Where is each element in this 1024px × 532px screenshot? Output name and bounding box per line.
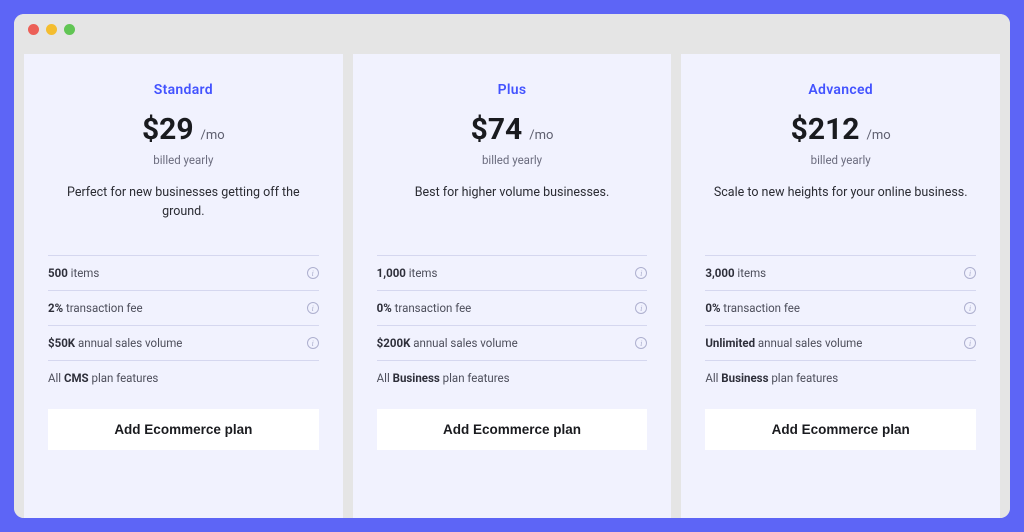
feature-row: 3,000 items i xyxy=(705,256,976,291)
window-titlebar xyxy=(14,14,1010,44)
price-amount: $29 xyxy=(142,112,194,147)
price-period: /mo xyxy=(867,128,891,143)
pricing-cards-row: Standard $29 /mo billed yearly Perfect f… xyxy=(14,44,1010,518)
plan-description: Best for higher volume businesses. xyxy=(377,183,648,245)
feature-row: 1,000 items i xyxy=(377,256,648,291)
price-row: $29 /mo xyxy=(48,112,319,147)
add-plan-button[interactable]: Add Ecommerce plan xyxy=(705,409,976,450)
feature-row: 2% transaction fee i xyxy=(48,291,319,326)
info-icon[interactable]: i xyxy=(307,337,319,349)
maximize-icon[interactable] xyxy=(64,24,75,35)
pricing-card-plus: Plus $74 /mo billed yearly Best for high… xyxy=(353,54,672,518)
close-icon[interactable] xyxy=(28,24,39,35)
add-plan-button[interactable]: Add Ecommerce plan xyxy=(377,409,648,450)
feature-text: 500 items xyxy=(48,266,99,280)
feature-text: 1,000 items xyxy=(377,266,438,280)
feature-row: $200K annual sales volume i xyxy=(377,326,648,361)
plan-description: Perfect for new businesses getting off t… xyxy=(48,183,319,245)
feature-row: All CMS plan features xyxy=(48,361,319,395)
feature-text: All Business plan features xyxy=(705,371,838,385)
feature-row: Unlimited annual sales volume i xyxy=(705,326,976,361)
feature-row: 500 items i xyxy=(48,256,319,291)
price-row: $74 /mo xyxy=(377,112,648,147)
feature-text: 3,000 items xyxy=(705,266,766,280)
feature-list: 1,000 items i 0% transaction fee i $200K… xyxy=(377,255,648,395)
plan-name: Standard xyxy=(48,82,319,98)
feature-text: 0% transaction fee xyxy=(377,301,472,315)
billing-note: billed yearly xyxy=(705,153,976,167)
pricing-card-advanced: Advanced $212 /mo billed yearly Scale to… xyxy=(681,54,1000,518)
feature-text: $50K annual sales volume xyxy=(48,336,182,350)
minimize-icon[interactable] xyxy=(46,24,57,35)
feature-text: All CMS plan features xyxy=(48,371,158,385)
plan-name: Plus xyxy=(377,82,648,98)
feature-row: 0% transaction fee i xyxy=(705,291,976,326)
feature-row: 0% transaction fee i xyxy=(377,291,648,326)
info-icon[interactable]: i xyxy=(635,302,647,314)
feature-text: 2% transaction fee xyxy=(48,301,143,315)
price-amount: $74 xyxy=(471,112,523,147)
feature-list: 500 items i 2% transaction fee i $50K an… xyxy=(48,255,319,395)
price-period: /mo xyxy=(201,128,225,143)
info-icon[interactable]: i xyxy=(635,267,647,279)
plan-name: Advanced xyxy=(705,82,976,98)
feature-row: $50K annual sales volume i xyxy=(48,326,319,361)
feature-text: All Business plan features xyxy=(377,371,510,385)
feature-row: All Business plan features xyxy=(377,361,648,395)
info-icon[interactable]: i xyxy=(964,267,976,279)
feature-text: 0% transaction fee xyxy=(705,301,800,315)
billing-note: billed yearly xyxy=(48,153,319,167)
app-window: Standard $29 /mo billed yearly Perfect f… xyxy=(14,14,1010,518)
feature-list: 3,000 items i 0% transaction fee i Unlim… xyxy=(705,255,976,395)
pricing-card-standard: Standard $29 /mo billed yearly Perfect f… xyxy=(24,54,343,518)
billing-note: billed yearly xyxy=(377,153,648,167)
info-icon[interactable]: i xyxy=(307,267,319,279)
info-icon[interactable]: i xyxy=(307,302,319,314)
add-plan-button[interactable]: Add Ecommerce plan xyxy=(48,409,319,450)
info-icon[interactable]: i xyxy=(964,337,976,349)
plan-description: Scale to new heights for your online bus… xyxy=(705,183,976,245)
info-icon[interactable]: i xyxy=(964,302,976,314)
price-row: $212 /mo xyxy=(705,112,976,147)
price-period: /mo xyxy=(529,128,553,143)
info-icon[interactable]: i xyxy=(635,337,647,349)
feature-row: All Business plan features xyxy=(705,361,976,395)
price-amount: $212 xyxy=(791,112,860,147)
feature-text: Unlimited annual sales volume xyxy=(705,336,862,350)
feature-text: $200K annual sales volume xyxy=(377,336,518,350)
